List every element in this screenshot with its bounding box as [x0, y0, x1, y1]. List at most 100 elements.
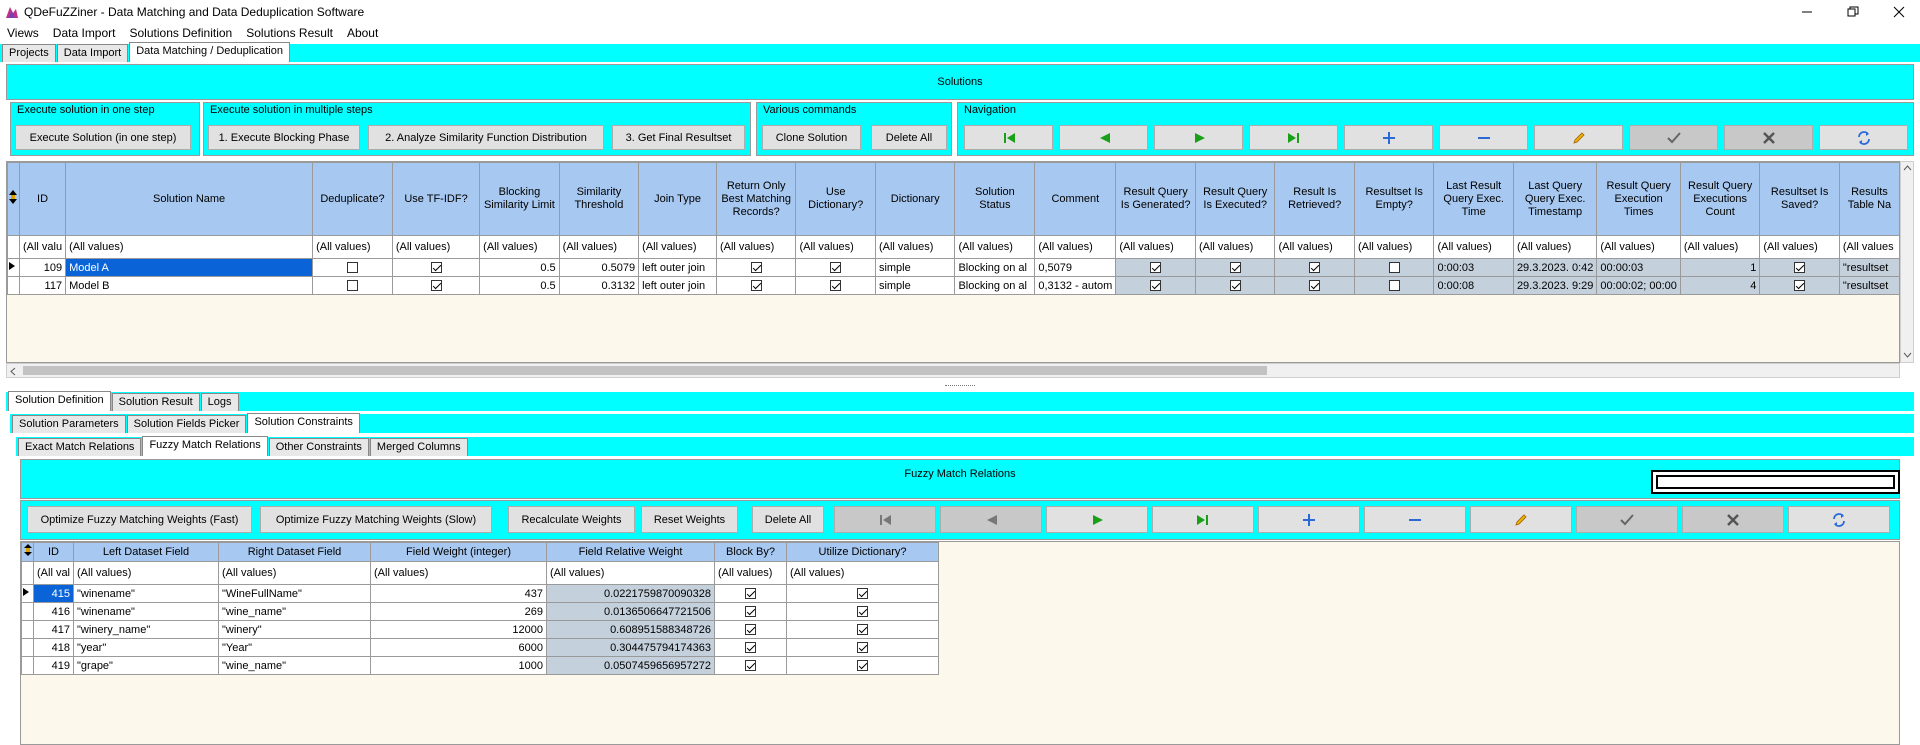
- cell-query-executed[interactable]: [1194, 258, 1276, 277]
- cell-status[interactable]: Blocking on al: [954, 276, 1036, 295]
- get-final-resultset-button[interactable]: 3. Get Final Resultset: [612, 125, 745, 150]
- cell-relative-weight[interactable]: 0.0136506647721506: [546, 602, 716, 621]
- filter-cell[interactable]: (All values): [1034, 235, 1117, 259]
- filter-cell[interactable]: (All values): [65, 235, 314, 259]
- cell-results-table[interactable]: "resultset: [1838, 258, 1900, 277]
- cell-id[interactable]: 415: [32, 584, 75, 603]
- cell-left-field[interactable]: "grape": [73, 656, 220, 675]
- checkbox[interactable]: [857, 588, 869, 600]
- table-row[interactable]: 419 "grape" "wine_name" 1000 0.0507459656957…: [21, 656, 940, 675]
- nav-button-last-record[interactable]: [1249, 125, 1338, 150]
- col-header[interactable]: Dictionary: [874, 162, 956, 236]
- cell-resultset-saved[interactable]: [1759, 276, 1840, 295]
- cell-exec-times[interactable]: 00:00:03: [1596, 258, 1681, 277]
- checkbox[interactable]: [857, 660, 869, 672]
- checkbox[interactable]: [857, 606, 869, 618]
- cell-id[interactable]: 117: [18, 276, 67, 295]
- cell-relative-weight[interactable]: 0.0221759870090328: [546, 584, 716, 603]
- filter-cell[interactable]: (All values): [1274, 235, 1355, 259]
- checkbox[interactable]: [745, 624, 757, 636]
- checkbox[interactable]: [1309, 262, 1321, 274]
- nav-button-post-edit[interactable]: [1576, 506, 1678, 533]
- table-row[interactable]: 117 Model B 0.5 0.3132 left outer join simple…: [7, 276, 1900, 295]
- menu-about[interactable]: About: [340, 24, 385, 44]
- filter-cell[interactable]: (All valu: [18, 235, 67, 259]
- close-button[interactable]: [1876, 0, 1920, 24]
- cell-use-dictionary[interactable]: [795, 258, 876, 277]
- nav-button-prior-record[interactable]: [940, 506, 1042, 533]
- nav-button-post-edit[interactable]: [1629, 125, 1718, 150]
- filter-cell[interactable]: (All values): [218, 561, 372, 585]
- cell-return-best[interactable]: [715, 276, 797, 295]
- checkbox[interactable]: [346, 280, 358, 292]
- nav-button-first-record[interactable]: [964, 125, 1053, 150]
- tab-data-import[interactable]: Data Import: [56, 44, 129, 62]
- cell-similarity-threshold[interactable]: 0.5079: [558, 258, 640, 277]
- cell-id[interactable]: 109: [18, 258, 67, 277]
- tab-logs[interactable]: Logs: [200, 393, 239, 411]
- filter-cell[interactable]: (All values): [1115, 235, 1196, 259]
- cell-blocking-limit[interactable]: 0.5: [479, 276, 560, 295]
- col-header[interactable]: Last Result Query Exec. Time: [1433, 162, 1514, 236]
- checkbox[interactable]: [430, 280, 442, 292]
- tab-merged-columns[interactable]: Merged Columns: [369, 438, 468, 456]
- cell-id[interactable]: 418: [32, 638, 75, 657]
- scroll-thumb[interactable]: [23, 366, 1267, 375]
- nav-button-edit-record[interactable]: [1534, 125, 1623, 150]
- nav-button-cancel-edit[interactable]: [1724, 125, 1813, 150]
- checkbox[interactable]: [830, 262, 842, 274]
- nav-button-insert-record[interactable]: [1258, 506, 1360, 533]
- col-header[interactable]: Result Query Is Generated?: [1115, 162, 1196, 236]
- filter-cell[interactable]: (All values): [795, 235, 876, 259]
- table-row[interactable]: 417 "winery_name" "winery" 12000 0.608951588…: [21, 620, 940, 639]
- cell-left-field[interactable]: "winery_name": [73, 620, 220, 639]
- cell-comment[interactable]: 0,3132 - autom: [1034, 276, 1117, 295]
- cell-field-weight[interactable]: 12000: [370, 620, 548, 639]
- cell-utilize-dictionary[interactable]: [786, 602, 940, 621]
- table-row[interactable]: 418 "year" "Year" 6000 0.304475794174363: [21, 638, 940, 657]
- nav-button-refresh-data[interactable]: [1819, 125, 1908, 150]
- delete-all-solutions-button[interactable]: Delete All: [871, 125, 947, 150]
- col-header[interactable]: Left Dataset Field: [73, 542, 220, 562]
- cell-right-field[interactable]: "winery": [218, 620, 372, 639]
- cell-use-tfidf[interactable]: [391, 276, 481, 295]
- col-header[interactable]: Solution Status: [954, 162, 1036, 236]
- cell-blocking-limit[interactable]: 0.5: [479, 258, 560, 277]
- filter-cell[interactable]: (All values): [1512, 235, 1598, 259]
- col-header[interactable]: ID: [18, 162, 67, 236]
- nav-button-cancel-edit[interactable]: [1682, 506, 1784, 533]
- tab-projects[interactable]: Projects: [2, 44, 56, 62]
- cell-exec-count[interactable]: 1: [1679, 258, 1761, 277]
- col-header[interactable]: Resultset Is Empty?: [1353, 162, 1435, 236]
- col-header[interactable]: Comment: [1034, 162, 1117, 236]
- cell-deduplicate[interactable]: [312, 276, 393, 295]
- cell-join-type[interactable]: left outer join: [638, 276, 717, 295]
- cell-join-type[interactable]: left outer join: [638, 258, 717, 277]
- cell-field-weight[interactable]: 437: [370, 584, 548, 603]
- filter-cell[interactable]: (All values): [1353, 235, 1435, 259]
- menu-solutions-result[interactable]: Solutions Result: [239, 24, 340, 44]
- col-header[interactable]: Solution Name: [65, 162, 314, 236]
- cell-use-dictionary[interactable]: [795, 276, 876, 295]
- filter-cell[interactable]: (All values): [714, 561, 788, 585]
- cell-dictionary[interactable]: simple: [874, 276, 956, 295]
- cell-deduplicate[interactable]: [312, 258, 393, 277]
- table-row[interactable]: 416 "winename" "wine_name" 269 0.01365066477…: [21, 602, 940, 621]
- minimize-button[interactable]: [1784, 0, 1830, 24]
- cell-result-retrieved[interactable]: [1274, 276, 1355, 295]
- cell-dictionary[interactable]: simple: [874, 258, 956, 277]
- checkbox[interactable]: [745, 606, 757, 618]
- cell-right-field[interactable]: "wine_name": [218, 656, 372, 675]
- nav-button-edit-record[interactable]: [1470, 506, 1572, 533]
- cell-field-weight[interactable]: 269: [370, 602, 548, 621]
- cell-result-retrieved[interactable]: [1274, 258, 1355, 277]
- checkbox[interactable]: [1229, 262, 1241, 274]
- filter-cell[interactable]: (All values): [1679, 235, 1761, 259]
- filter-cell[interactable]: (All values): [1433, 235, 1514, 259]
- cell-left-field[interactable]: "year": [73, 638, 220, 657]
- nav-button-next-record[interactable]: [1154, 125, 1243, 150]
- cell-resultset-saved[interactable]: [1759, 258, 1840, 277]
- filter-cell[interactable]: (All values): [638, 235, 717, 259]
- table-row[interactable]: 109 Model A 0.5 0.5079 left outer join simple…: [7, 258, 1900, 277]
- col-header[interactable]: Field Weight (integer): [370, 542, 548, 562]
